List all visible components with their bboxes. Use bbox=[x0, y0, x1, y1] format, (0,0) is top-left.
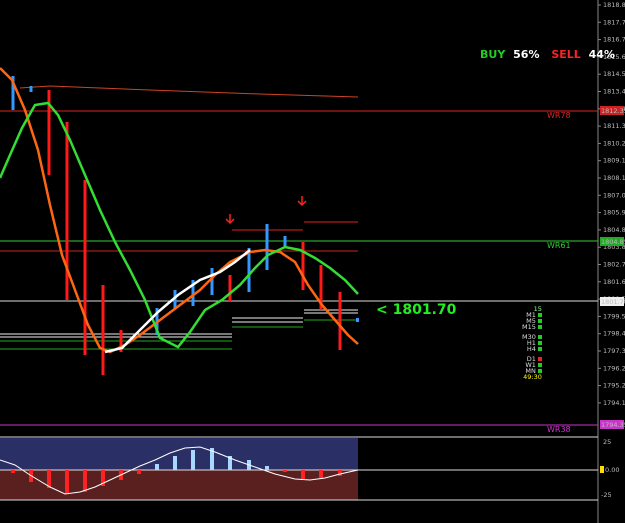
price-axis-tick-label: 1808.10 bbox=[603, 174, 625, 182]
bearish-bar bbox=[301, 242, 305, 290]
timeframe-group-days: D1 W1 MN bbox=[522, 356, 542, 374]
down-arrow-icon bbox=[225, 214, 235, 225]
price-axis-tick-label: 1813.45 bbox=[603, 88, 625, 96]
price-axis-tick-label: 1805.95 bbox=[603, 209, 625, 217]
osc-tick-neg25: -25 bbox=[601, 491, 612, 499]
candle-countdown: 49:30 bbox=[523, 373, 542, 381]
timeframe-status-indicator bbox=[537, 347, 542, 351]
osc-tick-25: 25 bbox=[603, 438, 611, 446]
price-axis-ticks: 1818.851817.751816.701815.601814.551813.… bbox=[598, 1, 625, 407]
price-tag-current-text: 1801.70 bbox=[601, 298, 625, 306]
oscillator-positive-bar bbox=[265, 466, 269, 470]
timeframe-label: M15 bbox=[522, 323, 536, 331]
timeframe-group-hours: M30 H1 H4 bbox=[522, 334, 542, 352]
timeframe-status-indicator bbox=[537, 313, 542, 317]
timeframe-group-minutes: M1 M5 M15 bbox=[522, 312, 542, 330]
oscillator-negative-bar bbox=[65, 470, 69, 494]
bearish-bar bbox=[338, 292, 342, 350]
timeframe-status-indicator bbox=[537, 341, 542, 345]
buy-percent: 56% bbox=[513, 48, 540, 61]
timeframe-status-indicator bbox=[537, 319, 542, 323]
price-axis-tick-label: 1807.00 bbox=[603, 191, 625, 199]
timeframe-panel: 15 M1 M5 M15 M30 H1 H4 D1 W1 MN 49:30 bbox=[522, 306, 542, 380]
wr38-label: WR38 bbox=[547, 425, 571, 434]
oscillator-positive-bar bbox=[155, 464, 159, 470]
price-axis-tick-label: 1814.55 bbox=[603, 70, 625, 78]
price-axis-tick-label: 1810.25 bbox=[603, 139, 625, 147]
buy-label: BUY bbox=[480, 48, 506, 61]
oscillator-positive-zone bbox=[0, 438, 358, 470]
current-price-callout: < 1801.70 bbox=[376, 302, 457, 318]
wr61-label: WR61 bbox=[547, 241, 571, 250]
price-axis-tick-label: 1798.40 bbox=[603, 330, 625, 338]
oscillator-positive-bar bbox=[191, 450, 195, 470]
oscillator-negative-bar bbox=[301, 470, 305, 480]
price-axis-tick-label: 1809.15 bbox=[603, 157, 625, 165]
wr78-label: WR78 bbox=[547, 111, 571, 120]
sell-label: SELL bbox=[551, 48, 581, 61]
timeframe-label: H4 bbox=[526, 345, 536, 353]
osc-zero-tag bbox=[600, 466, 604, 473]
osc-tick-0: 0.00 bbox=[605, 466, 619, 474]
price-axis-tick-label: 1797.35 bbox=[603, 347, 625, 355]
bearish-bar bbox=[83, 180, 87, 355]
price-axis-tick-label: 1799.50 bbox=[603, 312, 625, 320]
bearish-bar bbox=[101, 285, 105, 375]
price-axis-tick-label: 1794.10 bbox=[603, 399, 625, 407]
price-axis-tick-label: 1801.65 bbox=[603, 278, 625, 286]
bullish-bar bbox=[210, 268, 214, 295]
down-arrow-icon bbox=[297, 196, 307, 207]
oscillator-negative-bar bbox=[319, 470, 323, 478]
upper-trend-line bbox=[19, 85, 359, 98]
oscillator-negative-bar bbox=[11, 470, 15, 473]
price-chart[interactable]: WR78 WR61 WR38 1818.851817.751816.7018 bbox=[0, 0, 625, 523]
price-axis-tick-label: 1818.85 bbox=[603, 1, 625, 9]
sell-percent: 44% bbox=[588, 48, 615, 61]
price-axis-tick-label: 1817.75 bbox=[603, 18, 625, 26]
oscillator-negative-bar bbox=[137, 470, 141, 474]
bullish-bar bbox=[247, 248, 251, 292]
bearish-bar bbox=[228, 275, 232, 302]
oscillator-negative-bar bbox=[338, 470, 342, 476]
timeframe-status-indicator bbox=[537, 357, 542, 361]
price-tag-top-text: 1812.33 bbox=[601, 107, 625, 115]
price-axis-tick-label: 1804.85 bbox=[603, 226, 625, 234]
timeframe-status-indicator bbox=[537, 363, 542, 367]
oscillator-negative-bar bbox=[283, 470, 287, 472]
price-axis-tick-label: 1816.70 bbox=[603, 36, 625, 44]
price-axis-tick-label: 1795.20 bbox=[603, 382, 625, 390]
bullish-bar bbox=[29, 86, 33, 92]
oscillator-negative-bar bbox=[83, 470, 87, 492]
price-axis-tick-label: 1811.30 bbox=[603, 122, 625, 130]
small-marker bbox=[356, 318, 359, 322]
timeframe-status-indicator bbox=[537, 325, 542, 329]
timeframe-status-indicator bbox=[537, 335, 542, 339]
price-tag-wr38-text: 1794.35 bbox=[601, 421, 625, 429]
price-axis-tick-label: 1796.25 bbox=[603, 364, 625, 372]
buy-sell-sentiment: BUY 56% SELL 44% bbox=[480, 48, 619, 61]
oscillator-positive-bar bbox=[173, 456, 177, 470]
bullish-bar bbox=[265, 224, 269, 270]
price-tag-wr61-text: 1804.85 bbox=[601, 238, 625, 246]
price-axis-tick-label: 1802.70 bbox=[603, 261, 625, 269]
